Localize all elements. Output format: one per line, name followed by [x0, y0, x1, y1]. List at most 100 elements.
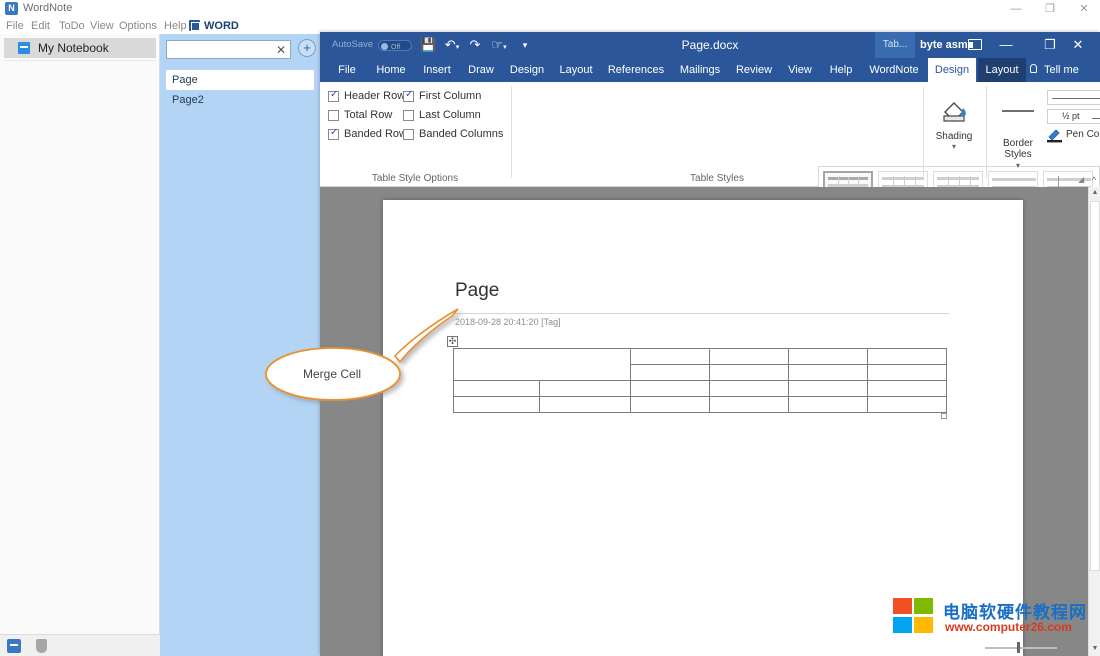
- collapse-ribbon-icon[interactable]: ^: [1088, 174, 1100, 186]
- tab-file[interactable]: File: [330, 58, 364, 82]
- heading-rule: [455, 313, 949, 314]
- line-weight-combo[interactable]: ½ pt ▾: [1047, 109, 1100, 124]
- document-table[interactable]: [453, 348, 947, 413]
- scroll-down-icon[interactable]: ▼: [1090, 643, 1100, 655]
- tab-table-layout[interactable]: Layout: [978, 58, 1026, 82]
- add-page-button[interactable]: +: [298, 39, 316, 57]
- table-cell[interactable]: [789, 349, 868, 365]
- ribbon-display-options-icon[interactable]: [968, 39, 982, 50]
- table-row: [454, 349, 947, 365]
- word-title-bar: AutoSave Off 💾 ↶▾ ↷ ☞▾ ▾ Page.docx Tab..…: [320, 32, 1100, 58]
- menu-view[interactable]: View: [90, 18, 114, 34]
- group-divider: [986, 86, 987, 178]
- table-resize-handle-icon[interactable]: [941, 413, 947, 419]
- menu-help[interactable]: Help: [164, 18, 187, 34]
- pen-icon: [1047, 129, 1063, 143]
- wordnote-minimize-button[interactable]: —: [1000, 0, 1032, 18]
- menu-word[interactable]: WORD: [204, 18, 239, 34]
- checkbox-indicator: [328, 110, 339, 121]
- word-minimize-button[interactable]: —: [984, 32, 1028, 58]
- page-list-item-page[interactable]: Page: [166, 70, 314, 90]
- lightbulb-icon: [1030, 64, 1037, 73]
- wordnote-app-icon: N: [5, 2, 18, 15]
- account-name[interactable]: byte asm: [920, 32, 968, 58]
- table-cell[interactable]: [710, 365, 789, 381]
- border-styles-dropdown-icon[interactable]: ▾: [1016, 161, 1020, 170]
- group-label-table-style-options: Table Style Options: [320, 173, 510, 184]
- menu-file[interactable]: File: [6, 18, 24, 34]
- word-close-button[interactable]: ✕: [1056, 32, 1100, 58]
- tree-divider: [4, 60, 156, 61]
- table-cell[interactable]: [631, 397, 710, 413]
- table-cell[interactable]: [868, 349, 947, 365]
- wordnote-title: WordNote: [23, 2, 72, 14]
- tab-help[interactable]: Help: [822, 58, 860, 82]
- tab-insert[interactable]: Insert: [416, 58, 458, 82]
- tab-references[interactable]: References: [602, 58, 670, 82]
- tell-me-box[interactable]: Tell me: [1044, 58, 1079, 82]
- clear-search-icon[interactable]: ✕: [276, 43, 286, 57]
- table-cell[interactable]: [454, 381, 540, 397]
- shading-button[interactable]: Shading ▾: [928, 92, 980, 166]
- tab-layout[interactable]: Layout: [553, 58, 599, 82]
- zoom-slider-track[interactable]: [985, 647, 1057, 649]
- tab-mailings[interactable]: Mailings: [673, 58, 727, 82]
- table-cell[interactable]: [539, 381, 631, 397]
- tab-view[interactable]: View: [781, 58, 819, 82]
- page-list-item-page2[interactable]: Page2: [166, 90, 314, 110]
- wordnote-bottom-bar: [0, 634, 160, 656]
- tab-wordnote[interactable]: WordNote: [863, 58, 925, 82]
- zoom-slider-thumb[interactable]: [1017, 642, 1020, 653]
- document-page[interactable]: Page 2018-09-28 20:41:20 [Tag] ✣: [383, 200, 1023, 656]
- table-cell[interactable]: [710, 381, 789, 397]
- tag-icon[interactable]: [36, 639, 47, 653]
- checkbox-label: Header Row: [344, 90, 405, 102]
- document-subtitle: 2018-09-28 20:41:20 [Tag]: [455, 317, 561, 327]
- border-styles-button[interactable]: Border Styles ▾: [992, 92, 1044, 166]
- table-cell[interactable]: [454, 397, 540, 413]
- table-cell[interactable]: [710, 349, 789, 365]
- scrollbar-thumb[interactable]: [1090, 201, 1100, 571]
- menu-todo[interactable]: ToDo: [59, 18, 85, 34]
- checkbox-label: Total Row: [344, 109, 392, 121]
- table-cell[interactable]: [868, 381, 947, 397]
- menu-options[interactable]: Options: [119, 18, 157, 34]
- menu-edit[interactable]: Edit: [31, 18, 50, 34]
- dialog-launcher-icon[interactable]: ◢: [1078, 175, 1084, 184]
- table-cell[interactable]: [789, 381, 868, 397]
- checkbox-label: Last Column: [419, 109, 481, 121]
- table-cell[interactable]: [789, 397, 868, 413]
- wordnote-close-button[interactable]: ✕: [1068, 0, 1100, 18]
- tab-table-design[interactable]: Design: [928, 58, 976, 82]
- table-row: [454, 381, 947, 397]
- shading-dropdown-icon[interactable]: ▾: [928, 142, 980, 151]
- table-cell[interactable]: [631, 349, 710, 365]
- table-cell[interactable]: [868, 397, 947, 413]
- tab-review[interactable]: Review: [730, 58, 778, 82]
- table-cell-merged[interactable]: [454, 349, 631, 381]
- notebook-icon[interactable]: [7, 639, 21, 653]
- table-cell[interactable]: [631, 365, 710, 381]
- tab-design[interactable]: Design: [504, 58, 550, 82]
- wordnote-maximize-button[interactable]: ❐: [1034, 0, 1066, 18]
- watermark: 电脑软硬件教程网 www.computer26.com: [893, 596, 1100, 640]
- vertical-scrollbar[interactable]: ▲ ▼: [1088, 187, 1100, 656]
- table-cell[interactable]: [868, 365, 947, 381]
- document-canvas: Page 2018-09-28 20:41:20 [Tag] ✣: [320, 187, 1088, 656]
- table-move-handle-icon[interactable]: ✣: [447, 336, 458, 347]
- callout-label: Merge Cell: [303, 367, 361, 381]
- table-cell[interactable]: [710, 397, 789, 413]
- search-input[interactable]: ✕: [166, 40, 291, 59]
- table-cell[interactable]: [631, 381, 710, 397]
- table-cell[interactable]: [539, 397, 631, 413]
- contextual-tab-group-label: Tab...: [875, 32, 915, 58]
- checkbox-label: First Column: [419, 90, 481, 102]
- scroll-up-icon[interactable]: ▲: [1090, 187, 1100, 199]
- wordnote-title-bar: N WordNote — ❐ ✕: [0, 0, 1100, 18]
- tab-draw[interactable]: Draw: [461, 58, 501, 82]
- tab-home[interactable]: Home: [370, 58, 412, 82]
- table-cell[interactable]: [789, 365, 868, 381]
- tree-item-my-notebook[interactable]: My Notebook: [4, 38, 156, 58]
- line-style-combo[interactable]: ▾: [1047, 90, 1100, 105]
- pen-color-button[interactable]: Pen Color ▾: [1047, 128, 1100, 144]
